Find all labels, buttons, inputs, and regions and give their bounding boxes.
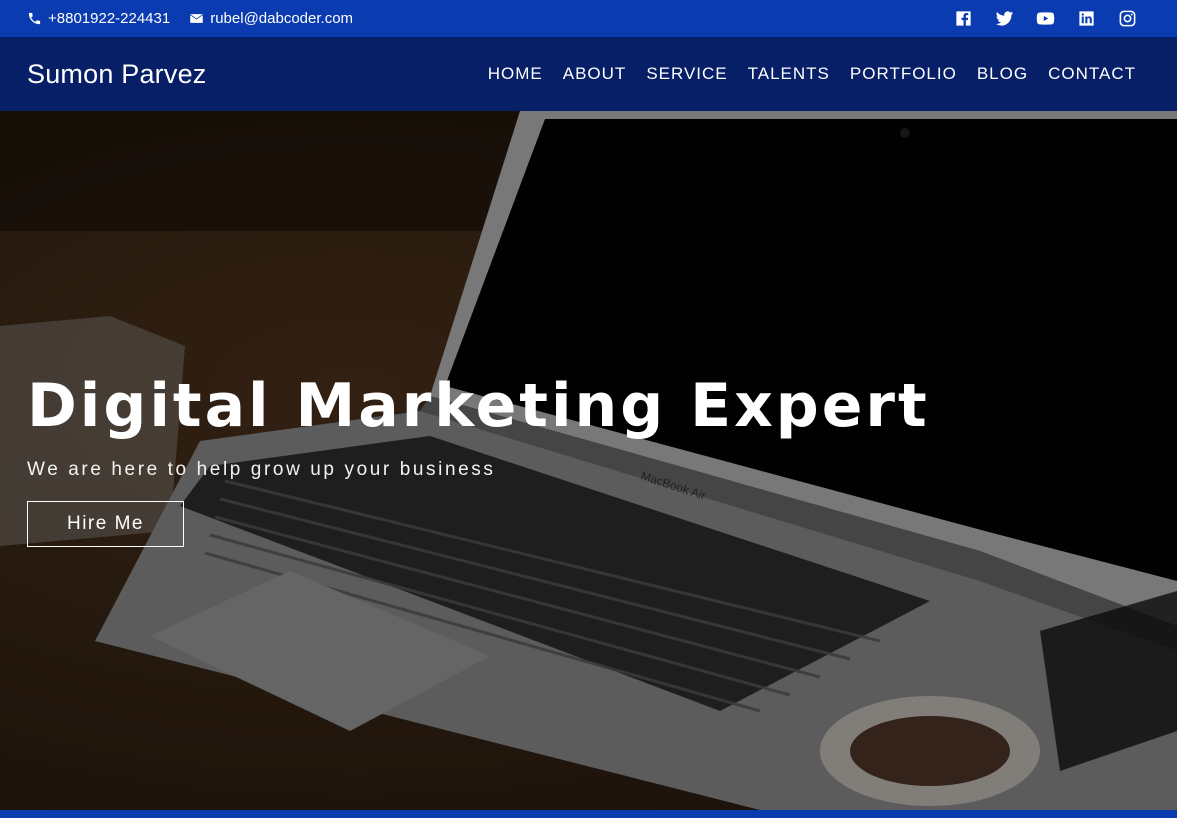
facebook-icon[interactable] xyxy=(954,9,973,28)
contact-info: +8801922-224431 rubel@dabcoder.com xyxy=(27,10,353,27)
email-contact[interactable]: rubel@dabcoder.com xyxy=(189,10,353,27)
linkedin-icon[interactable] xyxy=(1077,9,1096,28)
nav-item-blog[interactable]: BLOG xyxy=(977,64,1028,84)
instagram-icon[interactable] xyxy=(1118,9,1137,28)
hero-section: MacBook Air Digital Marketing Expert We … xyxy=(0,111,1177,810)
nav-item-talents[interactable]: TALENTS xyxy=(748,64,830,84)
nav-item-contact[interactable]: CONTACT xyxy=(1048,64,1136,84)
top-contact-bar: +8801922-224431 rubel@dabcoder.com xyxy=(0,0,1177,37)
site-brand[interactable]: Sumon Parvez xyxy=(27,59,206,90)
nav-menu: HOME ABOUT SERVICE TALENTS PORTFOLIO BLO… xyxy=(488,64,1150,84)
nav-item-service[interactable]: SERVICE xyxy=(646,64,727,84)
email-address: rubel@dabcoder.com xyxy=(210,10,354,27)
envelope-icon xyxy=(190,14,203,23)
bottom-accent-strip xyxy=(0,810,1177,818)
phone-number: +8801922-224431 xyxy=(48,10,171,27)
hero-title: Digital Marketing Expert xyxy=(27,371,930,441)
nav-item-home[interactable]: HOME xyxy=(488,64,543,84)
hero-content: Digital Marketing Expert We are here to … xyxy=(27,376,930,547)
nav-item-portfolio[interactable]: PORTFOLIO xyxy=(850,64,957,84)
phone-icon xyxy=(28,12,41,25)
twitter-icon[interactable] xyxy=(995,9,1014,28)
social-links xyxy=(954,9,1150,28)
nav-item-about[interactable]: ABOUT xyxy=(563,64,627,84)
hero-subtitle: We are here to help grow up your busines… xyxy=(27,459,496,480)
hire-me-button[interactable]: Hire Me xyxy=(27,501,184,547)
main-navbar: Sumon Parvez HOME ABOUT SERVICE TALENTS … xyxy=(0,37,1177,111)
phone-contact[interactable]: +8801922-224431 xyxy=(27,10,170,27)
youtube-icon[interactable] xyxy=(1036,9,1055,28)
